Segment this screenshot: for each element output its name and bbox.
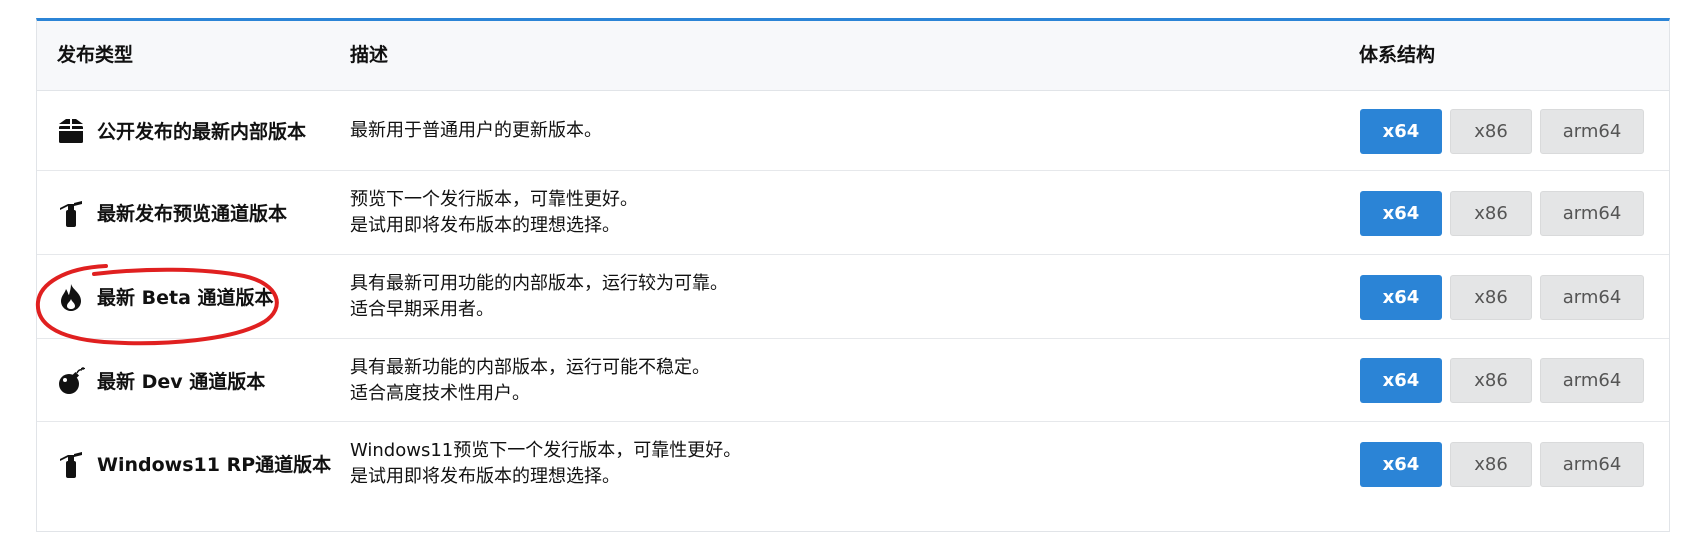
bomb-icon [55, 365, 87, 397]
fire-extinguisher-icon [55, 197, 87, 229]
table-header: 发布类型 描述 体系结构 [37, 21, 1669, 91]
download-x64-button[interactable]: x64 [1360, 109, 1442, 154]
download-x86-button[interactable]: x86 [1450, 109, 1532, 154]
architecture-buttons: x64 x86 arm64 [1360, 358, 1644, 403]
download-arm64-button[interactable]: arm64 [1540, 358, 1644, 403]
table-row: 最新发布预览通道版本 预览下一个发行版本，可靠性更好。 是试用即将发布版本的理想… [37, 171, 1669, 255]
description-line: Windows11预览下一个发行版本，可靠性更好。 [350, 440, 742, 461]
header-release-type: 发布类型 [57, 44, 134, 66]
header-architecture: 体系结构 [1359, 44, 1436, 66]
release-description: 最新用于普通用户的更新版本。 [350, 118, 602, 144]
release-name: 最新 Beta 通道版本 [97, 287, 274, 309]
release-description: Windows11预览下一个发行版本，可靠性更好。 是试用即将发布版本的理想选择… [350, 438, 741, 490]
download-x64-button[interactable]: x64 [1360, 191, 1442, 236]
description-line: 是试用即将发布版本的理想选择。 [350, 215, 620, 236]
description-line: 预览下一个发行版本，可靠性更好。 [350, 189, 638, 210]
download-arm64-button[interactable]: arm64 [1540, 191, 1644, 236]
download-arm64-button[interactable]: arm64 [1540, 275, 1644, 320]
description-line: 适合早期采用者。 [350, 299, 494, 320]
description-line: 适合高度技术性用户。 [350, 383, 530, 404]
header-description: 描述 [350, 44, 389, 66]
release-name: 公开发布的最新内部版本 [97, 121, 307, 143]
release-name: 最新发布预览通道版本 [97, 203, 288, 225]
table-row: Windows11 RP通道版本 Windows11预览下一个发行版本，可靠性更… [37, 422, 1669, 506]
download-x86-button[interactable]: x86 [1450, 191, 1532, 236]
release-table: 发布类型 描述 体系结构 公开发布的最新内部版本 最新用于普通用户的更新版本。 … [36, 18, 1670, 532]
download-arm64-button[interactable]: arm64 [1540, 109, 1644, 154]
table-row: 最新 Beta 通道版本 具有最新可用功能的内部版本，运行较为可靠。 适合早期采… [37, 255, 1669, 339]
download-x64-button[interactable]: x64 [1360, 358, 1442, 403]
table-row: 最新 Dev 通道版本 具有最新功能的内部版本，运行可能不稳定。 适合高度技术性… [37, 339, 1669, 422]
release-name: 最新 Dev 通道版本 [97, 371, 266, 393]
description-line: 最新用于普通用户的更新版本。 [350, 120, 602, 141]
download-x86-button[interactable]: x86 [1450, 358, 1532, 403]
flame-icon [55, 281, 87, 313]
download-x86-button[interactable]: x86 [1450, 442, 1532, 487]
download-x64-button[interactable]: x64 [1360, 275, 1442, 320]
release-description: 具有最新功能的内部版本，运行可能不稳定。 适合高度技术性用户。 [350, 355, 710, 407]
download-x86-button[interactable]: x86 [1450, 275, 1532, 320]
architecture-buttons: x64 x86 arm64 [1360, 109, 1644, 154]
fire-extinguisher-icon [55, 448, 87, 480]
package-icon [55, 115, 87, 147]
description-line: 具有最新功能的内部版本，运行可能不稳定。 [350, 357, 710, 378]
release-description: 具有最新可用功能的内部版本，运行较为可靠。 适合早期采用者。 [350, 271, 728, 323]
release-name: Windows11 RP通道版本 [97, 454, 332, 476]
description-line: 具有最新可用功能的内部版本，运行较为可靠。 [350, 273, 728, 294]
description-line: 是试用即将发布版本的理想选择。 [350, 466, 620, 487]
architecture-buttons: x64 x86 arm64 [1360, 191, 1644, 236]
download-arm64-button[interactable]: arm64 [1540, 442, 1644, 487]
release-description: 预览下一个发行版本，可靠性更好。 是试用即将发布版本的理想选择。 [350, 187, 638, 239]
table-row: 公开发布的最新内部版本 最新用于普通用户的更新版本。 x64 x86 arm64 [37, 91, 1669, 171]
architecture-buttons: x64 x86 arm64 [1360, 275, 1644, 320]
architecture-buttons: x64 x86 arm64 [1360, 442, 1644, 487]
download-x64-button[interactable]: x64 [1360, 442, 1442, 487]
